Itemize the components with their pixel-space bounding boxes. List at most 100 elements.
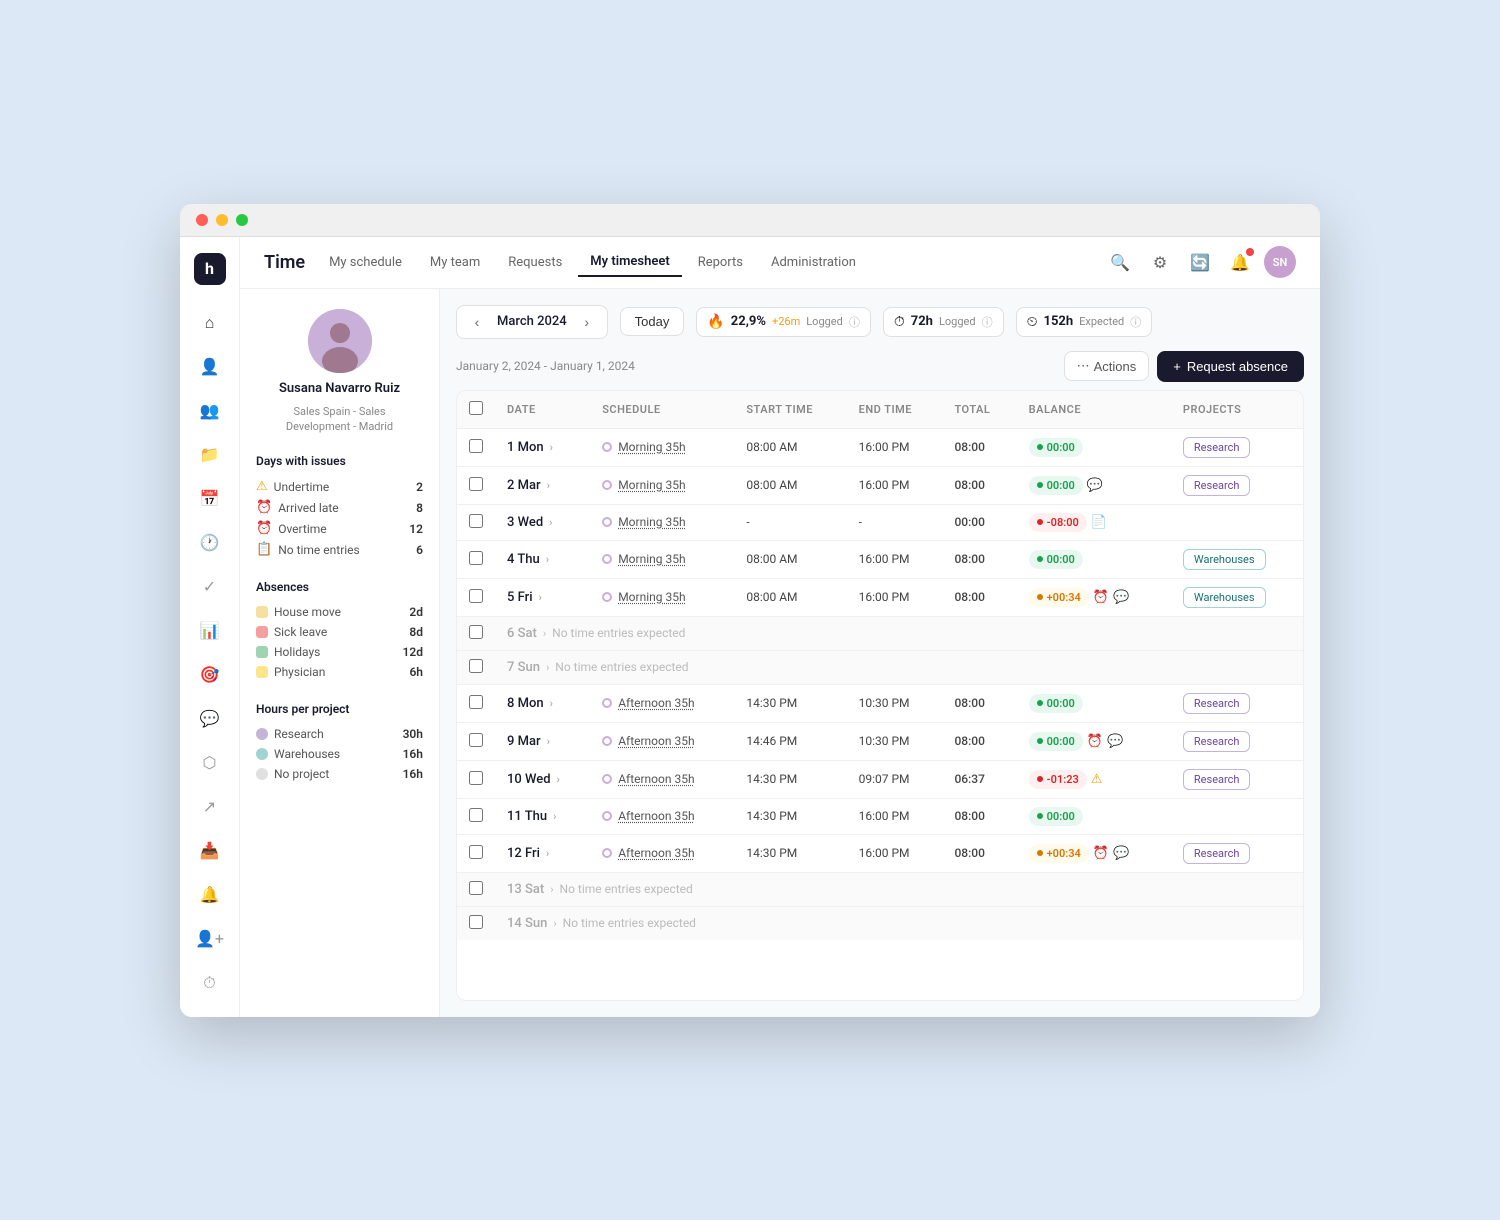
no-entries-text: No time entries expected	[563, 916, 696, 930]
clock-icon: ⏰	[1093, 590, 1109, 605]
nav-my-team[interactable]: My team	[418, 249, 492, 276]
col-end-time: End time	[847, 391, 943, 429]
expand-row-arrow[interactable]: ›	[550, 441, 553, 454]
row-checkbox[interactable]	[469, 771, 483, 785]
user-avatar[interactable]: SN	[1264, 246, 1296, 278]
expand-row-arrow[interactable]: ›	[549, 516, 552, 529]
info-icon-3[interactable]: ⓘ	[1130, 314, 1141, 330]
expand-row-arrow[interactable]: ›	[539, 591, 542, 604]
schedule-name: Morning 35h	[618, 440, 685, 454]
schedule-dot	[602, 698, 612, 708]
expand-arrow[interactable]: ›	[553, 917, 556, 930]
project-tag: Warehouses	[1183, 587, 1266, 608]
info-icon-2[interactable]: ⓘ	[982, 314, 993, 330]
start-time-cell: 14:30 PM	[734, 684, 846, 722]
today-button[interactable]: Today	[620, 307, 685, 336]
nav-reports[interactable]: Reports	[686, 249, 755, 276]
row-checkbox[interactable]	[469, 733, 483, 747]
schedule-name: Afternoon 35h	[618, 696, 694, 710]
row-checkbox[interactable]	[469, 625, 483, 639]
expand-row-arrow[interactable]: ›	[547, 479, 550, 492]
search-icon[interactable]: 🔍	[1104, 246, 1136, 278]
row-checkbox-cell	[457, 466, 495, 504]
bell-icon[interactable]: 🔔	[1224, 246, 1256, 278]
weekend-date: 13 Sat	[507, 882, 544, 897]
sidebar-item-person-add[interactable]: 👤+	[192, 921, 228, 957]
sidebar-item-share[interactable]: ↗	[192, 789, 228, 825]
row-checkbox[interactable]	[469, 439, 483, 453]
expand-row-arrow[interactable]: ›	[546, 553, 549, 566]
sidebar-item-history[interactable]: ⏱	[192, 965, 228, 1001]
expand-arrow[interactable]: ›	[543, 627, 546, 640]
balance-badge: 00:00	[1029, 694, 1083, 713]
sidebar-item-chart[interactable]: 📊	[192, 613, 228, 649]
expand-arrow[interactable]: ›	[550, 883, 553, 896]
sidebar-item-inbox[interactable]: 📥	[192, 833, 228, 869]
holidays-count: 12d	[403, 645, 423, 659]
row-checkbox[interactable]	[469, 477, 483, 491]
stat-hours-expected-badge: ⏲ 152h Expected ⓘ	[1016, 307, 1153, 337]
sidebar-item-chat[interactable]: 💬	[192, 701, 228, 737]
minimize-dot[interactable]	[216, 214, 228, 226]
app-logo: h	[194, 253, 226, 285]
date-text: 12 Fri	[507, 846, 540, 861]
table-row: 10 Wed › Afternoon 35h 14:30 PM 09:07 PM…	[457, 760, 1303, 798]
expand-dot[interactable]	[236, 214, 248, 226]
select-all-checkbox[interactable]	[469, 401, 483, 415]
absence-physician: Physician 6h	[256, 662, 423, 682]
request-absence-button[interactable]: + Request absence	[1157, 351, 1304, 382]
start-time-cell: 08:00 AM	[734, 540, 846, 578]
next-period-button[interactable]: ›	[575, 310, 599, 334]
row-checkbox[interactable]	[469, 808, 483, 822]
total-cell: 08:00	[942, 540, 1016, 578]
sidebar-item-calendar[interactable]: 📅	[192, 481, 228, 517]
issue-arrived-late: ⏰ Arrived late 8	[256, 497, 423, 518]
prev-period-button[interactable]: ‹	[465, 310, 489, 334]
row-checkbox[interactable]	[469, 589, 483, 603]
absences-title: Absences	[256, 580, 423, 594]
row-checkbox[interactable]	[469, 659, 483, 673]
sidebar-item-folder[interactable]: 📁	[192, 437, 228, 473]
row-checkbox[interactable]	[469, 845, 483, 859]
end-time-cell: 16:00 PM	[847, 798, 943, 834]
left-panel: Susana Navarro Ruiz Sales Spain - Sales …	[240, 289, 440, 1017]
row-checkbox[interactable]	[469, 915, 483, 929]
nav-my-schedule[interactable]: My schedule	[317, 249, 414, 276]
table-row: 6 Sat › No time entries expected	[457, 616, 1303, 650]
no-entries-cell: 13 Sat › No time entries expected	[495, 872, 1303, 906]
date-cell: 10 Wed ›	[495, 760, 590, 798]
row-checkbox-cell	[457, 428, 495, 466]
sidebar-item-layers[interactable]: ⬡	[192, 745, 228, 781]
expand-row-arrow[interactable]: ›	[550, 697, 553, 710]
row-checkbox[interactable]	[469, 881, 483, 895]
projects-cell: Research	[1171, 428, 1303, 466]
row-checkbox[interactable]	[469, 514, 483, 528]
expand-row-arrow[interactable]: ›	[546, 847, 549, 860]
row-checkbox[interactable]	[469, 695, 483, 709]
info-icon-1[interactable]: ⓘ	[849, 314, 860, 330]
settings-icon[interactable]: ⚙	[1144, 246, 1176, 278]
sidebar-item-target[interactable]: 🎯	[192, 657, 228, 693]
sidebar-item-home[interactable]: ⌂	[192, 305, 228, 341]
row-checkbox[interactable]	[469, 551, 483, 565]
sidebar-item-clock[interactable]: 🕐	[192, 525, 228, 561]
right-content: ‹ March 2024 › Today 🔥 22,9% +26m Logged…	[440, 289, 1320, 1017]
expand-row-arrow[interactable]: ›	[553, 810, 556, 823]
expand-row-arrow[interactable]: ›	[547, 735, 550, 748]
schedule-name: Morning 35h	[618, 515, 685, 529]
expand-arrow[interactable]: ›	[546, 661, 549, 674]
sidebar-item-group[interactable]: 👥	[192, 393, 228, 429]
timesheet-table: Date Schedule Start time End time Total …	[456, 390, 1304, 1001]
sidebar-item-check[interactable]: ✓	[192, 569, 228, 605]
research-dot	[256, 728, 268, 740]
nav-my-timesheet[interactable]: My timesheet	[578, 248, 681, 277]
nav-requests[interactable]: Requests	[496, 249, 574, 276]
refresh-icon[interactable]: 🔄	[1184, 246, 1216, 278]
sidebar-item-alert[interactable]: 🔔	[192, 877, 228, 913]
nav-administration[interactable]: Administration	[759, 249, 868, 276]
sidebar-item-person[interactable]: 👤	[192, 349, 228, 385]
actions-button[interactable]: ⋯ Actions	[1064, 351, 1150, 381]
table-row: 11 Thu › Afternoon 35h 14:30 PM 16:00 PM…	[457, 798, 1303, 834]
close-dot[interactable]	[196, 214, 208, 226]
expand-row-arrow[interactable]: ›	[557, 773, 560, 786]
